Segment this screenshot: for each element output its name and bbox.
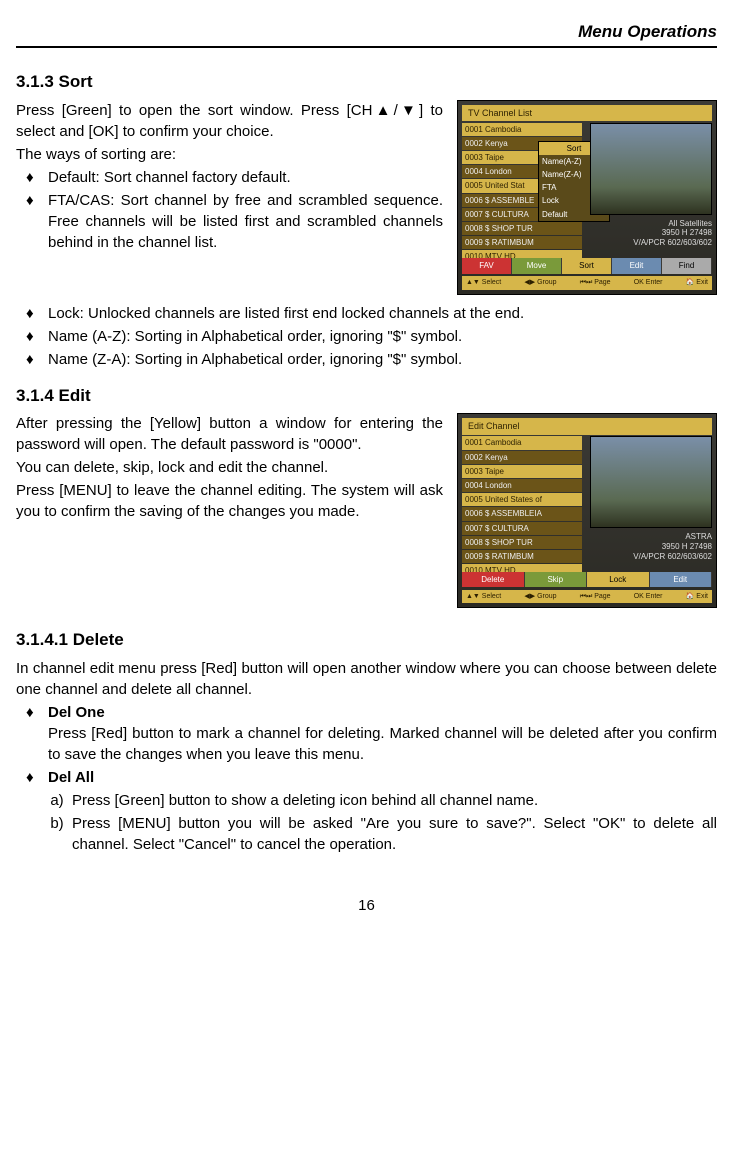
info-line: ASTRA xyxy=(592,532,712,542)
bullet-ftacas: FTA/CAS: Sort channel by free and scramb… xyxy=(48,190,717,253)
edit-button: Edit xyxy=(650,572,713,587)
list-item: 0002 Kenya xyxy=(462,451,582,464)
bottom-buttons: FAV Move Sort Edit Find xyxy=(462,258,712,273)
info-line: 3950 H 27498 xyxy=(592,542,712,552)
screenshot-edit: Edit Channel 0001 Cambodia 0002 Kenya 00… xyxy=(457,413,717,608)
channel-list: 0001 Cambodia 0002 Kenya 0003 Taipe 0004… xyxy=(462,436,582,578)
info-line: V/A/PCR 602/603/602 xyxy=(592,552,712,562)
hint: ⏮⏭ Page xyxy=(580,592,611,602)
heading-sort: 3.1.3 Sort xyxy=(16,70,717,94)
list-item: 0009 $ RATIMBUM xyxy=(462,550,582,563)
screenshot-title: TV Channel List xyxy=(462,105,712,122)
sort-bullets: Default: Sort channel factory default. F… xyxy=(16,167,717,253)
page-number: 16 xyxy=(16,895,717,916)
screenshot-title: Edit Channel xyxy=(462,418,712,435)
fav-button: FAV xyxy=(462,258,512,273)
bullet-name-az: Name (A-Z): Sorting in Alphabetical orde… xyxy=(48,326,717,347)
lock-button: Lock xyxy=(587,572,650,587)
hint: ▲▼ Select xyxy=(466,278,501,288)
bullet-del-all: Del All Press [Green] button to show a d… xyxy=(48,767,717,855)
hint: ▲▼ Select xyxy=(466,592,501,602)
bottom-buttons: Delete Skip Lock Edit xyxy=(462,572,712,587)
header-title: Menu Operations xyxy=(578,22,717,41)
edit-button: Edit xyxy=(612,258,662,273)
hint: ◀▶ Group xyxy=(524,592,556,602)
find-button: Find xyxy=(662,258,712,273)
bottom-hints: ▲▼ Select ◀▶ Group ⏮⏭ Page OK Enter 🏠 Ex… xyxy=(462,276,712,290)
list-item: 0005 United States of xyxy=(462,493,582,506)
bullet-lock: Lock: Unlocked channels are listed first… xyxy=(48,303,717,324)
hint: ◀▶ Group xyxy=(524,278,556,288)
bullet-name-za: Name (Z-A): Sorting in Alphabetical orde… xyxy=(48,349,717,370)
del-one-title: Del One xyxy=(48,704,105,721)
bullet-default: Default: Sort channel factory default. xyxy=(48,167,717,188)
del-one-text: Press [Red] button to mark a channel for… xyxy=(48,723,717,765)
del-all-steps: Press [Green] button to show a deleting … xyxy=(48,790,717,855)
delete-button: Delete xyxy=(462,572,525,587)
sort-button: Sort xyxy=(562,258,612,273)
del-all-step-b: Press [MENU] button you will be asked "A… xyxy=(72,813,717,855)
preview-info: ASTRA 3950 H 27498 V/A/PCR 602/603/602 xyxy=(592,532,712,561)
hint: 🏠 Exit xyxy=(686,278,708,288)
list-item: 0003 Taipe xyxy=(462,465,582,478)
hint: OK Enter xyxy=(634,592,663,602)
delete-bullets: Del One Press [Red] button to mark a cha… xyxy=(16,702,717,855)
hint: 🏠 Exit xyxy=(686,592,708,602)
heading-delete: 3.1.4.1 Delete xyxy=(16,628,717,652)
hint: ⏮⏭ Page xyxy=(580,278,611,288)
page-header: Menu Operations xyxy=(16,20,717,48)
list-item: 0006 $ ASSEMBLEIA xyxy=(462,507,582,520)
skip-button: Skip xyxy=(525,572,588,587)
delete-paragraph-1: In channel edit menu press [Red] button … xyxy=(16,658,717,700)
list-item: 0001 Cambodia xyxy=(462,436,582,449)
del-all-title: Del All xyxy=(48,769,94,786)
move-button: Move xyxy=(512,258,562,273)
list-item: 0004 London xyxy=(462,479,582,492)
sort-bullets-cont: Lock: Unlocked channels are listed first… xyxy=(16,303,717,370)
list-item: 0007 $ CULTURA xyxy=(462,522,582,535)
list-item: 0001 Cambodia xyxy=(462,123,582,136)
bottom-hints: ▲▼ Select ◀▶ Group ⏮⏭ Page OK Enter 🏠 Ex… xyxy=(462,590,712,604)
preview-image xyxy=(590,436,712,528)
list-item: 0008 $ SHOP TUR xyxy=(462,536,582,549)
bullet-del-one: Del One Press [Red] button to mark a cha… xyxy=(48,702,717,765)
hint: OK Enter xyxy=(634,278,663,288)
heading-edit: 3.1.4 Edit xyxy=(16,384,717,408)
del-all-step-a: Press [Green] button to show a deleting … xyxy=(72,790,717,811)
